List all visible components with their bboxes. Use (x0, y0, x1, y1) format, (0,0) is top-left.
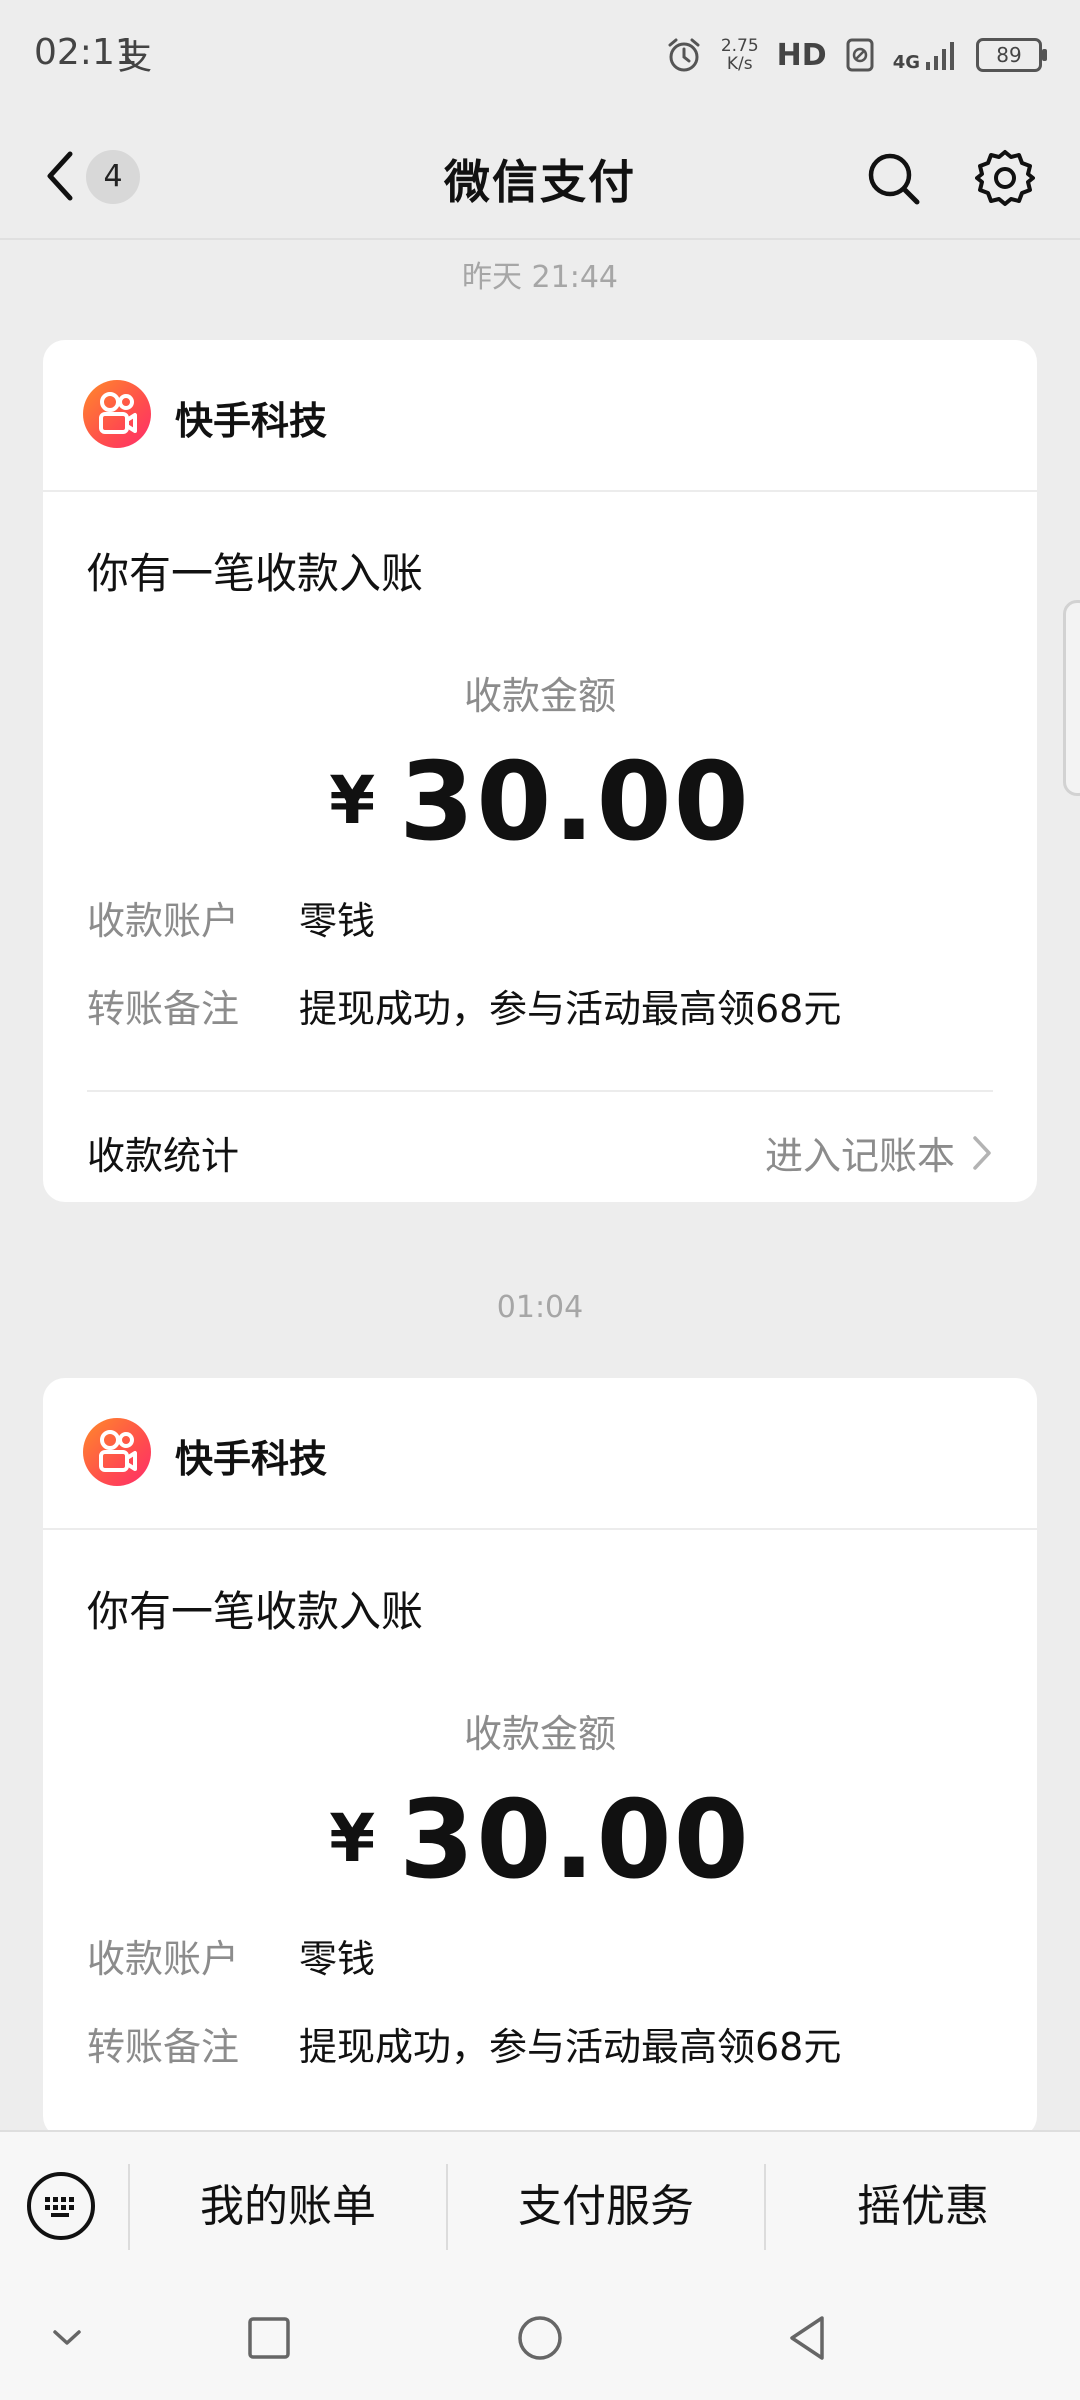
card-header: 快手科技 (43, 1378, 1037, 1530)
amount-label: 收款金额 (463, 1712, 616, 1756)
nav-bar: 4 微信支付 (0, 110, 1080, 240)
kuaishou-logo-icon (83, 380, 151, 448)
message-timestamp: 01:04 (496, 1290, 584, 1325)
payment-card[interactable]: 快手科技 你有一笔收款入账 收款金额 ¥30.00 收款账户 零钱 转账备注 提… (43, 1378, 1037, 2138)
card-title: 你有一笔收款入账 (87, 549, 424, 598)
side-drawer-handle[interactable] (1063, 600, 1080, 796)
bottom-menu-bar: 我的账单 支付服务 摇优惠 (0, 2130, 1080, 2282)
circle-icon[interactable] (516, 2314, 564, 2362)
amount-value: 30.00 (399, 1778, 751, 1903)
ledger-link-label: 进入记账本 (764, 1134, 955, 1178)
account-label: 收款账户 (87, 899, 240, 943)
card-header: 快手科技 (43, 340, 1037, 492)
account-label: 收款账户 (87, 1937, 240, 1981)
note-label: 转账备注 (87, 987, 240, 1031)
card-divider (87, 1090, 993, 1092)
amount-value: 30.00 (399, 740, 751, 865)
chevron-right-icon (973, 1135, 991, 1170)
menu-shake-offers[interactable]: 摇优惠 (766, 2132, 1080, 2282)
alarm-icon (668, 38, 700, 72)
speed-value: 2.75 (720, 36, 759, 56)
payment-card[interactable]: 快手科技 你有一笔收款入账 收款金额 ¥30.00 收款账户 零钱 转账备注 提… (43, 340, 1037, 1202)
battery-indicator: 89 (976, 38, 1047, 72)
status-bar: 02:11 支 2.75 K/s HD 4G 89 (0, 0, 1080, 110)
keyboard-icon[interactable] (27, 2172, 95, 2240)
search-icon[interactable] (865, 150, 921, 206)
message-timestamp: 昨天 21:44 (462, 260, 618, 295)
signal-icon (926, 42, 954, 70)
hd-indicator: HD (776, 37, 827, 73)
card-title: 你有一笔收款入账 (87, 1587, 424, 1636)
status-icons: 2.75 K/s HD 4G 89 (665, 30, 1047, 80)
square-icon[interactable] (246, 2315, 292, 2361)
note-value: 提现成功，参与活动最高领68元 (299, 2025, 842, 2069)
chevron-down-icon[interactable] (50, 2325, 84, 2349)
do-not-disturb-icon (846, 38, 874, 72)
account-value: 零钱 (299, 1937, 376, 1981)
kuaishou-logo-icon (83, 1418, 151, 1486)
note-label: 转账备注 (87, 2025, 240, 2069)
amount-display: ¥30.00 (43, 740, 1037, 865)
app-name: 快手科技 (175, 399, 328, 443)
gear-icon[interactable] (975, 148, 1035, 208)
app-name: 快手科技 (175, 1437, 328, 1481)
nav-divider (0, 238, 1080, 240)
stats-label[interactable]: 收款统计 (87, 1125, 239, 1180)
amount-label: 收款金额 (463, 674, 616, 718)
speed-unit: K/s (726, 54, 753, 74)
menu-payment-services[interactable]: 支付服务 (448, 2132, 764, 2282)
alipay-notification-icon: 支 (118, 38, 152, 78)
network-type: 4G (892, 52, 920, 73)
network-speed: 2.75 K/s (721, 37, 759, 73)
currency-symbol: ¥ (329, 762, 378, 839)
triangle-back-icon[interactable] (784, 2314, 832, 2362)
amount-display: ¥30.00 (43, 1778, 1037, 1903)
system-nav-bar (0, 2280, 1080, 2400)
currency-symbol: ¥ (329, 1800, 378, 1877)
account-value: 零钱 (299, 899, 376, 943)
menu-my-bills[interactable]: 我的账单 (130, 2132, 446, 2282)
ledger-link[interactable]: 进入记账本 (765, 1125, 993, 1180)
signal-group: 4G (893, 38, 958, 72)
note-value: 提现成功，参与活动最高领68元 (299, 987, 842, 1031)
